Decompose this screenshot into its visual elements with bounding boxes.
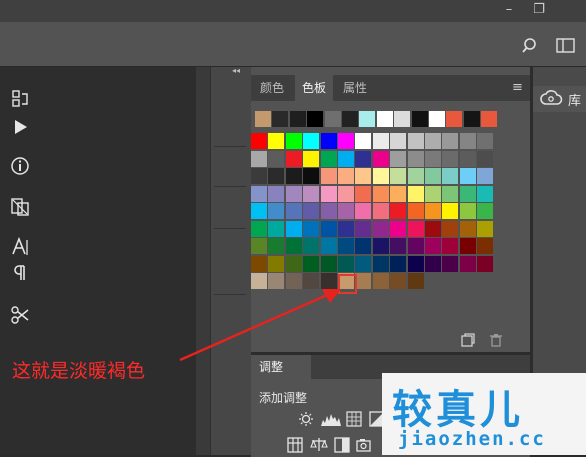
watermark-domain: jiaozhen.cc [398,428,546,450]
watermark-logo-text: 较真儿 [392,387,524,433]
annotation-text: 这就是淡暖褐色 [12,360,146,382]
